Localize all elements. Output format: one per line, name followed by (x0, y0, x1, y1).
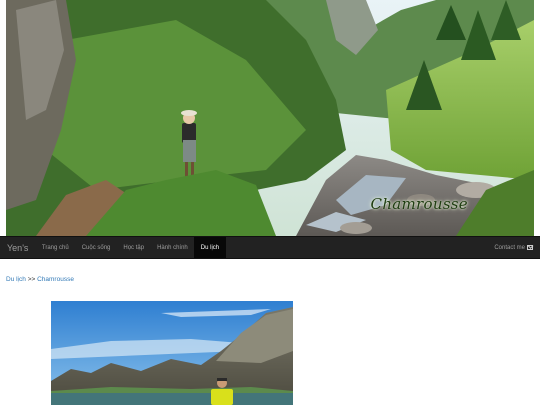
breadcrumb: Du lịch >> Chamrousse (6, 276, 74, 283)
breadcrumb-separator: >> (27, 276, 36, 283)
nav-item-du-lich[interactable]: Du lịch (194, 237, 226, 258)
contact-me-link[interactable]: Contact me (487, 237, 540, 258)
nav-item-cuoc-song[interactable]: Cuộc sống (75, 237, 117, 258)
hero-banner-image: Chamrousse (6, 0, 534, 236)
top-navbar: Yen's Trang chủ Cuộc sống Học tập Hành c… (0, 236, 540, 259)
article-photo (51, 301, 293, 405)
page: Chamrousse Yen's Trang chủ Cuộc sống Học… (0, 0, 540, 405)
nav-item-trang-chu[interactable]: Trang chủ (35, 237, 75, 258)
lake-mountain-photo (51, 301, 293, 405)
navbar-brand[interactable]: Yen's (0, 237, 35, 258)
contact-me-label: Contact me (494, 244, 525, 251)
nav-item-hanh-chinh[interactable]: Hành chính (151, 237, 195, 258)
envelope-icon (527, 245, 533, 250)
breadcrumb-current-link[interactable]: Chamrousse (37, 276, 74, 283)
nav-item-hoc-tap[interactable]: Học tập (117, 237, 151, 258)
breadcrumb-parent-link[interactable]: Du lịch (6, 276, 26, 283)
hero-caption: Chamrousse (370, 195, 468, 213)
